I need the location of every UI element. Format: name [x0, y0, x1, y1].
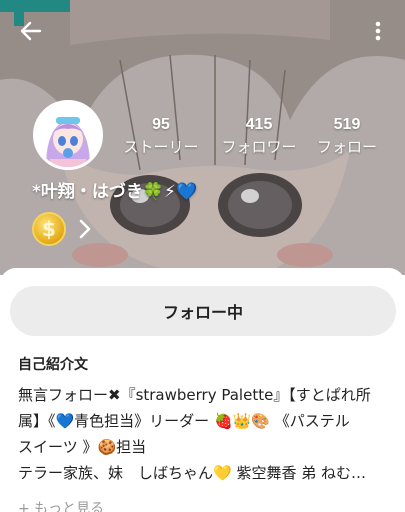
stat-value: 415 — [245, 116, 273, 133]
arrow-left-icon — [20, 21, 42, 41]
bio-text: 無言フォロー✖『strawberry Palette』【すとぱれ所 属】《💙青色… — [18, 382, 390, 486]
stat-value: 519 — [333, 116, 361, 133]
more-options-button[interactable] — [362, 14, 394, 48]
stat-label: フォロワー — [221, 138, 297, 156]
stat-value: 95 — [152, 116, 170, 133]
chevron-right-button[interactable] — [74, 216, 96, 242]
stat-label: フォロー — [316, 138, 377, 156]
bio-line: スイーツ 》🍪担当 — [18, 438, 147, 456]
more-vertical-icon — [375, 21, 381, 41]
bio-heading: 自己紹介文 — [18, 357, 88, 373]
stat-following[interactable]: 519 フォロー — [310, 115, 384, 157]
coin-icon[interactable]: $ — [32, 212, 66, 246]
profile-header: 95 ストーリー 415 フォロワー 519 フォロー *叶翔・はづき🍀⚡💙 $ — [0, 0, 405, 275]
back-button[interactable] — [14, 14, 48, 48]
stat-followers[interactable]: 415 フォロワー — [213, 115, 305, 157]
profile-body: フォロー中 自己紹介文 無言フォロー✖『strawberry Palette』【… — [0, 268, 405, 512]
avatar-image — [36, 103, 100, 167]
show-more-link[interactable]: + もっと見る — [18, 498, 104, 512]
bio-line: 無言フォロー✖『strawberry Palette』【すとぱれ所 — [18, 386, 371, 404]
avatar[interactable] — [33, 100, 103, 170]
chevron-right-icon — [79, 219, 91, 239]
username: *叶翔・はづき🍀⚡💙 — [32, 182, 198, 202]
stat-stories[interactable]: 95 ストーリー — [118, 115, 204, 157]
following-button[interactable]: フォロー中 — [10, 286, 396, 336]
bio-line: テラー家族、妹 しばちゃん💛 紫空舞香 弟 ねむ… — [18, 464, 366, 482]
bio-line: 属】《💙青色担当》リーダー 🍓👑🎨 《パステル — [18, 412, 350, 430]
stat-label: ストーリー — [123, 138, 199, 156]
